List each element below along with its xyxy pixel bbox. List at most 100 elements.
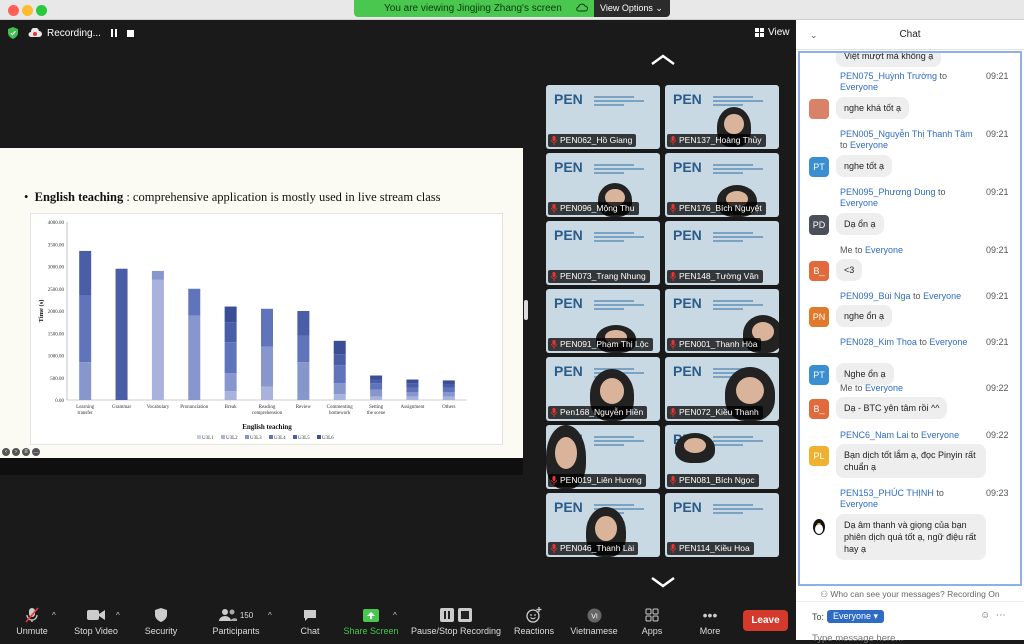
scroll-down-arrow-icon[interactable] [650, 576, 676, 588]
y-tick-label: 0.00 [55, 399, 64, 404]
reactions-label: Reactions [513, 626, 555, 636]
view-options-button[interactable]: View Options ⌄ [594, 0, 670, 17]
recipient-select[interactable]: Everyone ▾ [827, 610, 885, 623]
y-tick-label: 3000.00 [48, 266, 65, 271]
video-options-caret[interactable]: ^ [116, 611, 120, 620]
message-time: 09:23 [986, 488, 1009, 498]
participant-tile[interactable]: PEN PEN137_Hoàng Thủy [665, 85, 779, 149]
pen-logo: PEN [673, 295, 702, 311]
participant-tile[interactable]: PEN PEN062_Hồ Giang [546, 85, 660, 149]
recipient-name: Everyone [929, 337, 968, 347]
pause-stop-recording-button[interactable]: Pause/Stop Recording [410, 607, 502, 636]
menu-slide-icon[interactable]: ≡ [22, 448, 30, 456]
bar-segment [370, 396, 383, 400]
pause-recording-icon[interactable] [110, 29, 119, 37]
y-axis-label: Time (s) [38, 300, 45, 323]
more-slide-icon[interactable]: … [32, 448, 40, 456]
bullet-rest: : comprehensive application is mostly us… [123, 190, 441, 204]
message-bubble: <3 [836, 259, 863, 281]
participant-tile[interactable]: PEN PEN046_Thanh Lài [546, 493, 660, 557]
maximize-window-button[interactable] [36, 5, 47, 16]
caret-down-icon: ▾ [873, 611, 879, 621]
participant-name: PEN073_Trang Nhung [560, 271, 646, 281]
participant-tile[interactable]: PEN PEN073_Trang Nhung [546, 221, 660, 285]
chat-message-list[interactable]: Việt mượt mà không ạ PEN075_Huỳnh Trường… [798, 51, 1022, 586]
message-time: 09:22 [986, 383, 1009, 393]
share-options-caret[interactable]: ^ [393, 611, 397, 620]
muted-mic-icon [551, 136, 557, 145]
chat-title: Chat [899, 29, 921, 40]
x-tick-label: Pronunciation [180, 405, 209, 410]
participant-name-label: PEN073_Trang Nhung [548, 270, 650, 283]
chevron-down-icon: ⌄ [655, 3, 663, 13]
message-header: PEN095_Phương Dung to Everyone [840, 187, 982, 209]
chat-button[interactable]: Chat [296, 607, 324, 636]
options-dots-icon[interactable]: ⋯ [996, 610, 1006, 621]
sender-name: PEN153_PHÚC THỊNH [840, 488, 934, 498]
participant-name: PEN091_Phạm Thị Lộc [560, 339, 649, 349]
cloud-icon [576, 3, 588, 12]
minimize-window-button[interactable] [22, 5, 33, 16]
cloud-recording-icon [28, 28, 42, 37]
to-text: to [935, 187, 946, 197]
participants-count: 150 [239, 610, 254, 620]
participant-tile[interactable]: PENPEN019_Liên Hương [546, 425, 660, 489]
participant-tile[interactable]: PENPEN081_Bích Ngọc [665, 425, 779, 489]
recipient-name: Everyone [840, 82, 879, 92]
chat-message-input[interactable] [812, 633, 1002, 644]
recipient-name: Everyone [921, 430, 960, 440]
next-slide-icon[interactable]: › [12, 448, 20, 456]
participant-tile[interactable]: PEN PEN096_Mộng Thu [546, 153, 660, 217]
chevron-down-icon[interactable]: ⌄ [810, 20, 818, 50]
share-screen-button[interactable]: Share Screen [342, 607, 400, 636]
people-icon: ⚇ [820, 589, 831, 599]
apps-button[interactable]: Apps [638, 607, 666, 636]
chat-label: Chat [300, 626, 320, 636]
participant-tile[interactable]: PEN PEN001_Thanh Hòa [665, 289, 779, 353]
participant-tile[interactable]: PEN Pen168_Nguyễn Hiền [546, 357, 660, 421]
bar-segment [261, 346, 273, 387]
more-button[interactable]: ••• More [696, 607, 724, 636]
recipient-name: Everyone [923, 291, 962, 301]
participant-tile[interactable]: PEN PEN091_Phạm Thị Lộc [546, 289, 660, 353]
unmute-label: Unmute [16, 626, 48, 636]
more-label: More [699, 626, 721, 636]
participant-name-label: PEN148_Tường Vân [667, 270, 763, 283]
message-header: PEN028_Kim Thoa to Everyone [840, 337, 982, 348]
participants-button[interactable]: 150 Participants [208, 607, 264, 636]
interpretation-button[interactable]: VI Vietnamese [566, 607, 622, 636]
participant-tile[interactable]: PEN PEN114_Kiều Hoa [665, 493, 779, 557]
slide-bullet: • English teaching : comprehensive appli… [24, 190, 441, 204]
slide-bottom-bar [0, 458, 523, 475]
close-window-button[interactable] [8, 5, 19, 16]
to-text: to [840, 140, 851, 150]
participant-tile[interactable]: PEN PEN176_Bích Nguyệt [665, 153, 779, 217]
view-label: View [768, 27, 790, 38]
scroll-up-arrow-icon[interactable] [650, 54, 676, 66]
security-shield-icon [155, 608, 167, 622]
stacked-bar-chart: 0.00 500.00 1000.00 1500.00 2000.00 2500.00 30… [38, 221, 467, 441]
participant-tile[interactable]: PEN PEN148_Tường Vân [665, 221, 779, 285]
stop-recording-icon[interactable] [126, 29, 134, 37]
message-header: PEN005_Nguyễn Thị Thanh Tâm to Everyone [840, 129, 982, 151]
participants-options-caret[interactable]: ^ [268, 611, 272, 620]
sender-name: PEN028_Kim Thoa [840, 337, 917, 347]
prev-slide-icon[interactable]: ‹ [2, 448, 10, 456]
legend-swatch [245, 435, 249, 439]
emoji-icon[interactable]: ☺ [980, 610, 990, 621]
leave-button[interactable]: Leave [743, 610, 788, 631]
user-avatar: B_ [809, 261, 829, 281]
message-header: Me to Everyone [840, 245, 982, 256]
reactions-button[interactable]: Reactions [512, 607, 556, 636]
visibility-notice[interactable]: ⚇ Who can see your messages? Recording O… [796, 587, 1024, 602]
audio-options-caret[interactable]: ^ [52, 611, 56, 620]
participant-tile[interactable]: PEN PEN072_Kiều Thanh [665, 357, 779, 421]
chat-tools: ☺ ⋯ [980, 610, 1006, 621]
pen-logo: PEN [554, 295, 583, 311]
view-layout-button[interactable]: View [755, 27, 790, 38]
stop-video-button[interactable]: Stop Video [70, 607, 122, 636]
security-button[interactable]: Security [140, 607, 182, 636]
unmute-button[interactable]: Unmute [14, 607, 50, 636]
legend-swatch [221, 435, 225, 439]
resize-handle[interactable] [524, 300, 528, 320]
